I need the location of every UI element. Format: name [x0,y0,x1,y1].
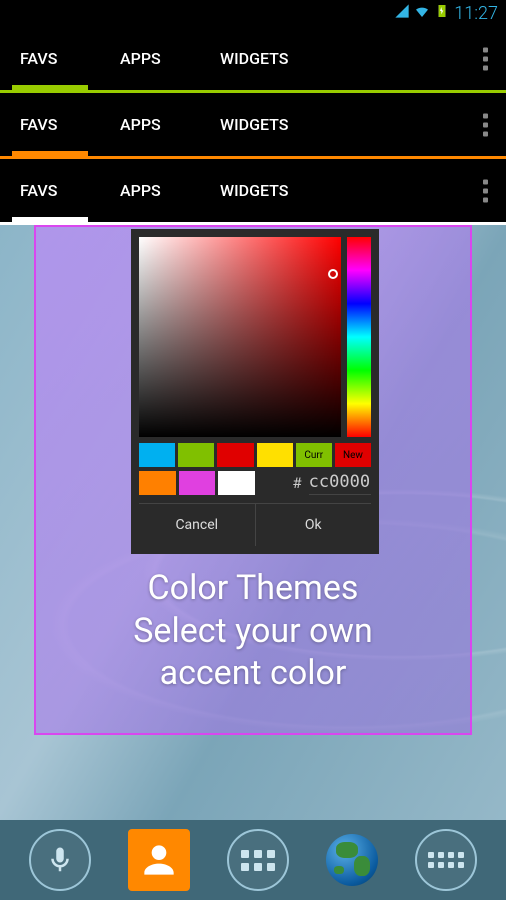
swatch[interactable] [179,471,216,495]
overflow-icon[interactable] [483,179,488,202]
swatch[interactable] [178,443,214,467]
dock [0,820,506,900]
grid-icon [428,852,464,868]
swatch[interactable] [217,443,253,467]
hue-slider[interactable] [347,237,371,437]
overflow-icon[interactable] [483,113,488,136]
wifi-icon [414,3,430,24]
color-picker-dialog: Curr New # cc0000 Cancel Ok [131,229,379,554]
status-bar: 11:27 [0,0,506,27]
swatch-row-2: # cc0000 [139,470,371,495]
new-color-swatch[interactable]: New [335,443,371,467]
grid-icon [241,850,275,871]
tab-apps[interactable]: APPS [100,27,200,90]
contacts-button[interactable] [128,829,190,891]
saturation-value-area[interactable] [139,237,341,437]
cancel-button[interactable]: Cancel [139,504,256,546]
tab-apps[interactable]: APPS [100,159,200,222]
tab-widgets[interactable]: WIDGETS [200,27,300,90]
current-color-swatch[interactable]: Curr [296,443,332,467]
signal-icon [394,3,410,24]
swatch[interactable] [139,443,175,467]
marketing-line: Color Themes [36,567,470,610]
tab-bar-green: FAVS APPS WIDGETS [0,27,506,93]
tab-widgets[interactable]: WIDGETS [200,93,300,156]
marketing-text: Color Themes Select your own accent colo… [36,567,470,695]
overflow-icon[interactable] [483,47,488,70]
apps-button[interactable] [415,829,477,891]
tab-apps[interactable]: APPS [100,93,200,156]
swatch[interactable] [218,471,255,495]
voice-button[interactable] [29,829,91,891]
tab-bar-white: FAVS APPS WIDGETS [0,159,506,225]
marketing-line: accent color [36,652,470,695]
hex-input[interactable]: cc0000 [309,470,371,495]
feature-overlay: Curr New # cc0000 Cancel Ok Color Themes… [34,225,472,735]
sv-cursor[interactable] [328,269,338,279]
hex-hash: # [258,474,306,492]
swatch[interactable] [257,443,293,467]
battery-charging-icon [434,3,450,24]
tab-favs[interactable]: FAVS [0,159,100,222]
app-drawer-button[interactable] [227,829,289,891]
status-time: 11:27 [454,3,498,24]
tab-widgets[interactable]: WIDGETS [200,159,300,222]
ok-button[interactable]: Ok [256,504,372,546]
tab-favs[interactable]: FAVS [0,93,100,156]
marketing-line: Select your own [36,610,470,653]
browser-button[interactable] [326,834,378,886]
swatch[interactable] [139,471,176,495]
tab-bar-orange: FAVS APPS WIDGETS [0,93,506,159]
tab-favs[interactable]: FAVS [0,27,100,90]
globe-icon [326,834,378,886]
swatch-row-1: Curr New [139,443,371,467]
